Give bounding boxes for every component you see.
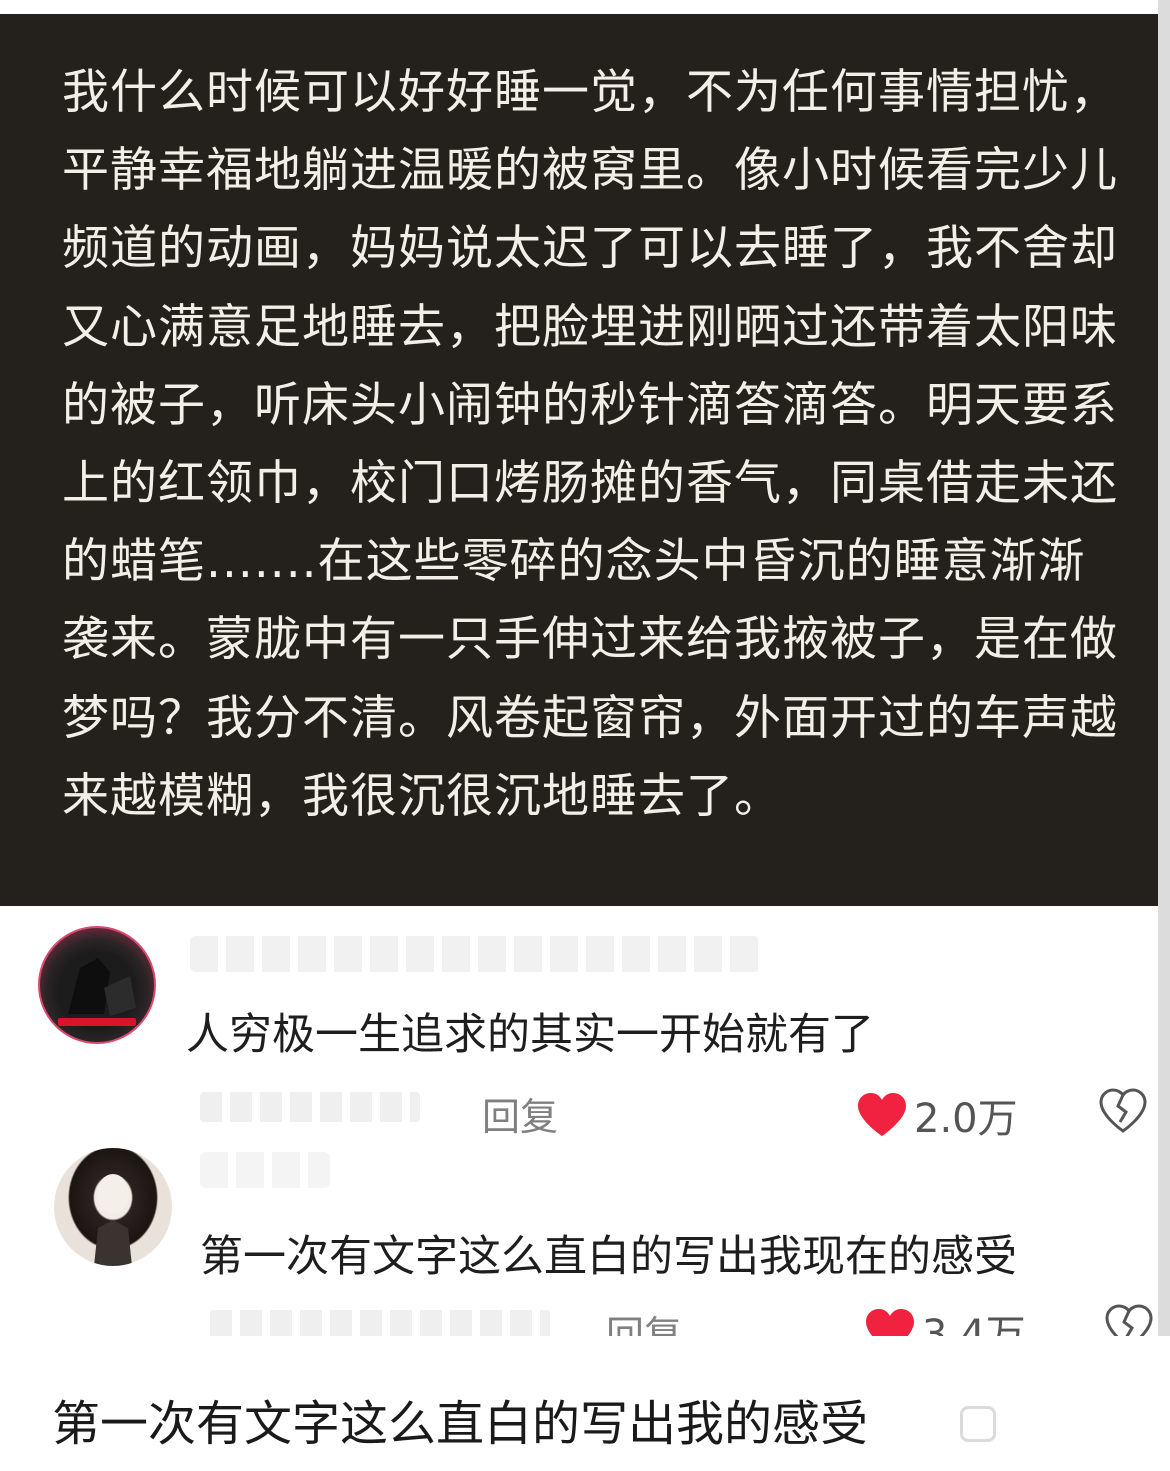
comment-item: 第一次有文字这么直白的写出我现在的感受 回复 3.4万 [0,1138,1158,1336]
heart-icon [858,1093,906,1136]
post-text: 我什么时候可以好好睡一觉，不为任何事情担忧，平静幸福地躺进温暖的被窝里。像小时候… [62,65,1118,824]
avatar-image [68,958,136,1016]
avatar[interactable] [38,926,156,1044]
broken-heart-icon[interactable] [1098,1088,1148,1134]
comment-meta-blurred [210,1310,550,1336]
reply-button[interactable]: 回复 [482,1086,558,1141]
heart-icon [866,1309,914,1336]
comment-item: 人穷极一生追求的其实一开始就有了 回复 2.0万 [0,906,1158,1142]
watermark-blurred [960,1404,1150,1444]
watermark-logo [960,1406,996,1442]
like-count: 3.4万 [922,1312,1026,1336]
post-quote-block: 我什么时候可以好好睡一觉，不为任何事情担忧，平静幸福地躺进温暖的被窝里。像小时候… [0,14,1158,906]
comment-meta-blurred [200,1092,420,1122]
avatar-image [94,1174,132,1266]
username-blurred[interactable] [190,936,760,972]
avatar[interactable] [54,1148,172,1266]
username-blurred[interactable] [200,1152,330,1188]
broken-heart-icon[interactable] [1104,1304,1154,1336]
screenshot-edge [1158,0,1170,1336]
comment-text: 人穷极一生追求的其实一开始就有了 [186,1010,874,1060]
like-button[interactable]: 3.4万 [864,1302,1026,1336]
post-caption: 第一次有文字这么直白的写出我的感受 [52,1396,869,1452]
like-button[interactable]: 2.0万 [856,1086,1018,1144]
comment-text: 第一次有文字这么直白的写出我现在的感受 [200,1232,1017,1282]
screenshot: 我什么时候可以好好睡一觉，不为任何事情担忧，平静幸福地躺进温暖的被窝里。像小时候… [0,0,1158,1336]
like-count: 2.0万 [914,1096,1018,1142]
reply-button[interactable]: 回复 [606,1304,682,1336]
